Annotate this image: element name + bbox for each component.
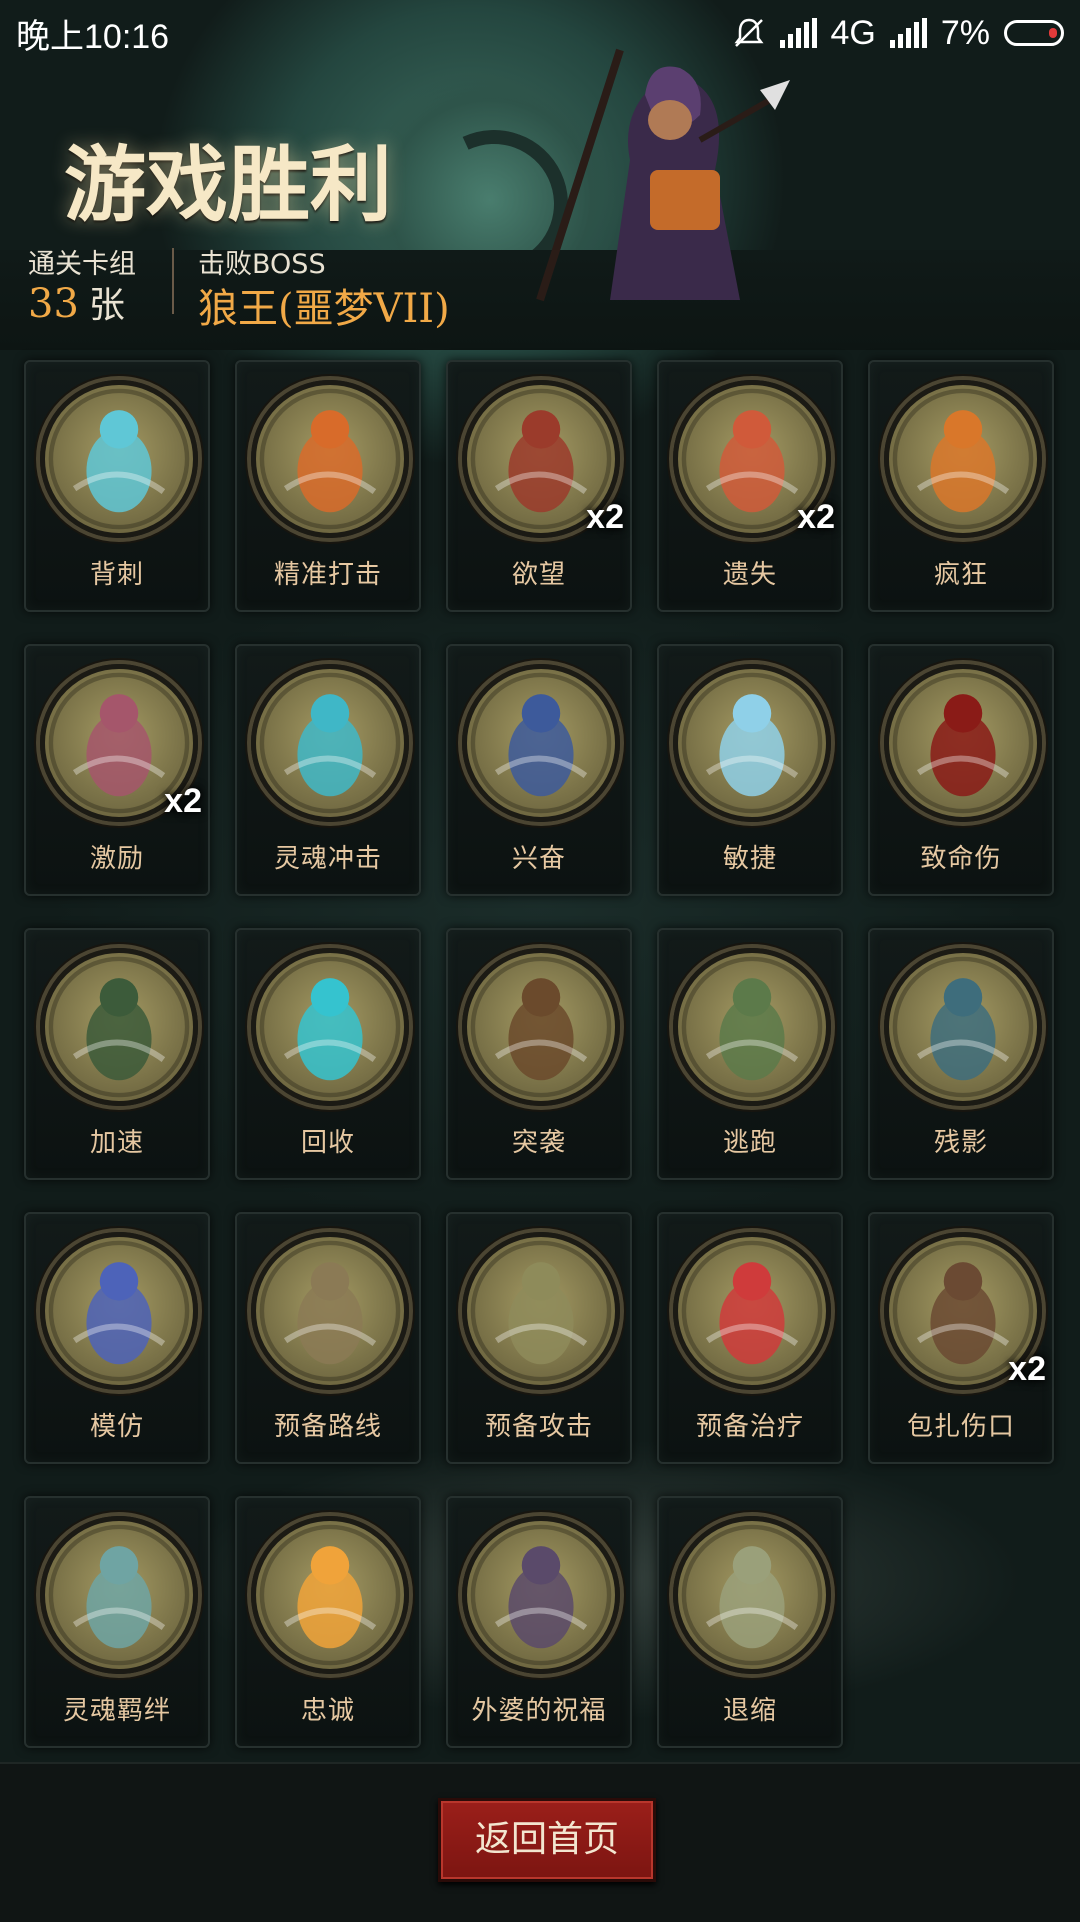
card-label: 遗失 bbox=[722, 560, 777, 590]
running-man-icon bbox=[673, 948, 831, 1106]
card-item[interactable]: 忠诚 bbox=[235, 1496, 421, 1748]
card-label: 突袭 bbox=[511, 1128, 566, 1158]
page-title: 游戏胜利 bbox=[64, 137, 393, 233]
card-item[interactable]: 预备治疗 bbox=[657, 1212, 843, 1464]
card-label: 灵魂冲击 bbox=[273, 844, 382, 874]
card-label: 背刺 bbox=[89, 560, 144, 590]
grandma-book-icon bbox=[462, 1516, 620, 1674]
bleeding-dagger-icon bbox=[884, 664, 1042, 822]
ambush-icon bbox=[462, 948, 620, 1106]
card-label: 逃跑 bbox=[722, 1128, 777, 1158]
card-item[interactable]: 残影 bbox=[868, 928, 1054, 1180]
card-label: 预备攻击 bbox=[484, 1412, 593, 1442]
card-item[interactable]: 兴奋 bbox=[446, 644, 632, 896]
heart-cross-icon bbox=[673, 1232, 831, 1390]
card-item[interactable]: 灵魂羁绊 bbox=[24, 1496, 210, 1748]
signal-icon bbox=[889, 18, 927, 48]
card-item[interactable]: 回收 bbox=[235, 928, 421, 1180]
card-multiplier: x2 bbox=[1008, 1350, 1046, 1388]
cross-icon bbox=[251, 1516, 409, 1674]
card-label: 外婆的祝福 bbox=[471, 1696, 607, 1726]
card-item[interactable]: x2 包扎伤口 bbox=[868, 1212, 1054, 1464]
status-time: 晚上10:16 bbox=[16, 17, 170, 56]
card-label: 回收 bbox=[300, 1128, 355, 1158]
card-item[interactable]: 背刺 bbox=[24, 360, 210, 612]
retreat-doll-icon bbox=[673, 1516, 831, 1674]
card-label: 预备治疗 bbox=[695, 1412, 804, 1442]
card-label: 敏捷 bbox=[722, 844, 777, 874]
card-label: 激励 bbox=[89, 844, 144, 874]
card-item[interactable]: x2 欲望 bbox=[446, 360, 632, 612]
target-icon bbox=[251, 380, 409, 538]
boomerang-icon bbox=[251, 948, 409, 1106]
card-multiplier: x2 bbox=[586, 498, 624, 536]
card-label: 退缩 bbox=[722, 1696, 777, 1726]
battery-percent: 7% bbox=[940, 13, 990, 52]
card-multiplier: x2 bbox=[164, 782, 202, 820]
card-label: 致命伤 bbox=[920, 844, 1002, 874]
soul-skull-icon bbox=[251, 664, 409, 822]
hero-character-illustration bbox=[536, 48, 790, 302]
map-route-icon bbox=[251, 1232, 409, 1390]
card-label: 残影 bbox=[933, 1128, 988, 1158]
card-label: 精准打击 bbox=[273, 560, 382, 590]
hooded-shadows-icon bbox=[884, 948, 1042, 1106]
card-item[interactable]: 疯狂 bbox=[868, 360, 1054, 612]
card-label: 欲望 bbox=[511, 560, 566, 590]
card-item[interactable]: 外婆的祝福 bbox=[446, 1496, 632, 1748]
witch-icon bbox=[40, 948, 198, 1106]
card-grid: 背刺 精准打击 x2 欲望 x2 遗失 疯狂 x2 激励 灵魂冲击 兴奋 敏捷 致命伤加速 回收 突袭 逃跑 残… bbox=[24, 360, 1054, 1748]
stat-divider bbox=[172, 248, 174, 314]
cleared-deck-unit: 张 bbox=[88, 285, 125, 326]
card-label: 预备路线 bbox=[273, 1412, 382, 1442]
card-label: 加速 bbox=[89, 1128, 144, 1158]
card-item[interactable]: 退缩 bbox=[657, 1496, 843, 1748]
panther-icon bbox=[673, 664, 831, 822]
card-multiplier: x2 bbox=[797, 498, 835, 536]
card-label: 包扎伤口 bbox=[906, 1412, 1015, 1442]
cleared-deck-value: 33 张 bbox=[28, 276, 125, 328]
card-item[interactable]: 致命伤 bbox=[868, 644, 1054, 896]
home-button[interactable]: 返回首页 bbox=[438, 1798, 656, 1882]
twin-dolls-icon bbox=[40, 1516, 198, 1674]
goblin-face-icon bbox=[40, 1232, 198, 1390]
card-label: 模仿 bbox=[89, 1412, 144, 1442]
card-item[interactable]: 突袭 bbox=[446, 928, 632, 1180]
card-label: 灵魂羁绊 bbox=[62, 1696, 171, 1726]
card-label: 忠诚 bbox=[300, 1696, 355, 1726]
wooden-soldier-icon bbox=[462, 1232, 620, 1390]
battery-icon bbox=[1004, 20, 1064, 46]
lunging-figure-icon bbox=[40, 380, 198, 538]
card-item[interactable]: 灵魂冲击 bbox=[235, 644, 421, 896]
card-item[interactable]: 预备路线 bbox=[235, 1212, 421, 1464]
card-item[interactable]: x2 激励 bbox=[24, 644, 210, 896]
cleared-deck-count: 33 bbox=[28, 281, 79, 327]
card-item[interactable]: x2 遗失 bbox=[657, 360, 843, 612]
card-item[interactable]: 加速 bbox=[24, 928, 210, 1180]
card-label: 兴奋 bbox=[511, 844, 566, 874]
card-label: 疯狂 bbox=[933, 560, 988, 590]
boss-name: 狼王(噩梦VII) bbox=[198, 286, 450, 332]
network-type: 4G bbox=[830, 13, 876, 52]
excited-worker-icon bbox=[462, 664, 620, 822]
card-item[interactable]: 敏捷 bbox=[657, 644, 843, 896]
pumpkin-head-icon bbox=[884, 380, 1042, 538]
card-item[interactable]: 逃跑 bbox=[657, 928, 843, 1180]
card-item[interactable]: 预备攻击 bbox=[446, 1212, 632, 1464]
card-item[interactable]: 模仿 bbox=[24, 1212, 210, 1464]
card-item[interactable]: 精准打击 bbox=[235, 360, 421, 612]
